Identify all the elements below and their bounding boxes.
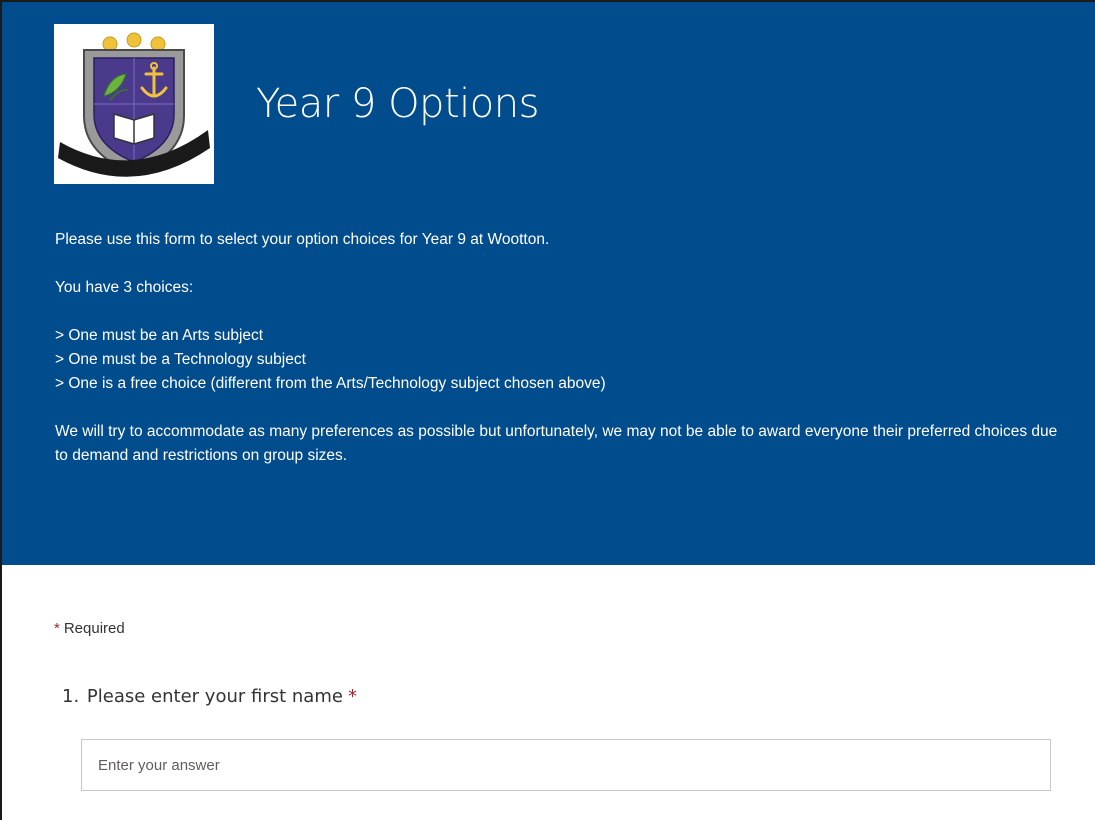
description-choices-heading: You have 3 choices: bbox=[55, 279, 194, 296]
question-required-asterisk: * bbox=[347, 686, 357, 707]
question-number: 1. bbox=[62, 686, 80, 707]
required-asterisk: * bbox=[54, 620, 60, 637]
form-header-banner: Year 9 Options Please use this form to s… bbox=[2, 2, 1095, 565]
school-crest-icon bbox=[58, 32, 210, 177]
description-rule-arts: > One must be an Arts subject bbox=[55, 327, 264, 344]
description-rule-free-choice: > One is a free choice (different from t… bbox=[55, 375, 606, 392]
form-description: Please use this form to select your opti… bbox=[55, 228, 1065, 468]
school-logo bbox=[54, 24, 214, 184]
required-note: * Required bbox=[54, 620, 125, 637]
question-1-label: 1. Please enter your first name * bbox=[62, 686, 361, 707]
required-label: Required bbox=[63, 620, 125, 637]
description-intro: Please use this form to select your opti… bbox=[55, 231, 550, 248]
description-note: We will try to accommodate as many prefe… bbox=[55, 423, 1058, 464]
first-name-input[interactable] bbox=[81, 739, 1051, 791]
form-title: Year 9 Options bbox=[256, 81, 539, 127]
description-rule-technology: > One must be a Technology subject bbox=[55, 351, 306, 368]
question-text: Please enter your first name bbox=[86, 686, 343, 707]
form-body: * Required 1. Please enter your first nam… bbox=[2, 565, 1095, 820]
form-page: Year 9 Options Please use this form to s… bbox=[0, 0, 1095, 820]
